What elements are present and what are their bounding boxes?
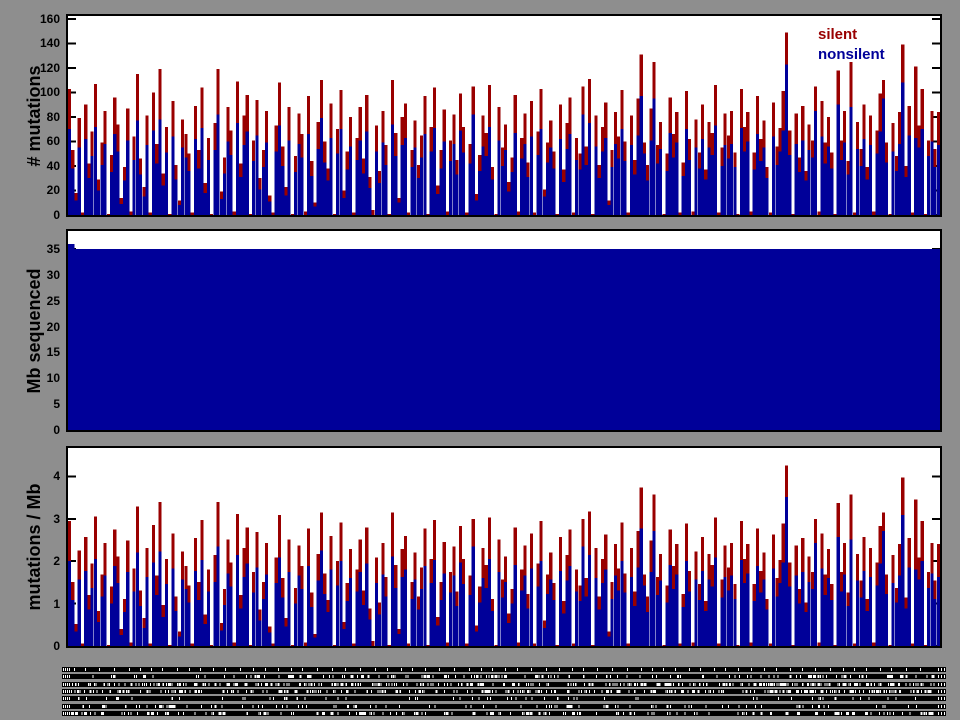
mutation-rate-bar-chart (68, 448, 940, 646)
y-tick-label: 120 (0, 61, 60, 75)
y-tick-label: 2 (0, 554, 60, 568)
sample-track-row (62, 674, 946, 679)
y-tick-label: 25 (0, 294, 60, 308)
chart-panel-mutations (66, 14, 942, 217)
mb-sequenced-bar-chart (68, 231, 940, 430)
y-tick-label: 3 (0, 512, 60, 526)
y-tick-label: 5 (0, 397, 60, 411)
legend-item-nonsilent: nonsilent (818, 46, 885, 63)
y-tick-label: 100 (0, 85, 60, 99)
y-tick-label: 20 (0, 320, 60, 334)
y-tick-label: 60 (0, 134, 60, 148)
y-tick-label: 0 (0, 423, 60, 437)
sample-track-row (62, 711, 946, 716)
y-tick-label: 160 (0, 12, 60, 26)
y-tick-label: 1 (0, 597, 60, 611)
sample-track-row (62, 704, 946, 709)
y-tick-label: 35 (0, 242, 60, 256)
sample-track-row (62, 667, 946, 672)
legend-item-silent: silent (818, 26, 857, 43)
sample-track-row (62, 696, 946, 701)
y-tick-label: 4 (0, 469, 60, 483)
y-tick-label: 80 (0, 110, 60, 124)
y-tick-label: 30 (0, 268, 60, 282)
y-tick-label: 140 (0, 36, 60, 50)
sample-track-row (62, 682, 946, 687)
sample-track-row (62, 689, 946, 694)
chart-panel-mutation-rate (66, 446, 942, 648)
y-tick-label: 0 (0, 639, 60, 653)
y-tick-label: 10 (0, 371, 60, 385)
y-tick-label: 40 (0, 159, 60, 173)
mutations-bar-chart (68, 16, 940, 215)
y-tick-label: 20 (0, 183, 60, 197)
y-tick-label: 0 (0, 208, 60, 222)
figure-background: # mutations Mb sequenced mutations / Mb … (0, 0, 960, 720)
chart-panel-mb-sequenced (66, 229, 942, 432)
y-tick-label: 15 (0, 345, 60, 359)
